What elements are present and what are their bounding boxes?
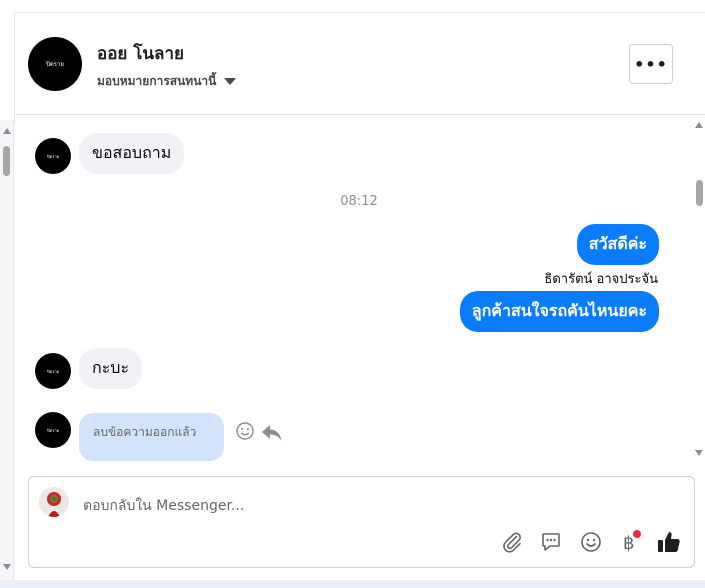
scroll-up-arrow-icon[interactable]: [3, 128, 11, 134]
message-list: ปิดราย ขอสอบถาม 08:12 สวัสดีค่ะ ธิดารัตน…: [15, 116, 695, 462]
outgoing-message[interactable]: ลูกค้าสนใจรถคันไหนยคะ: [459, 291, 659, 332]
assign-conversation-dropdown[interactable]: มอบหมายการสนทนานี้: [97, 72, 237, 91]
message-timestamp: 08:12: [340, 194, 378, 209]
incoming-message[interactable]: กะบะ: [79, 348, 143, 389]
contact-avatar[interactable]: ปิดราย: [28, 37, 82, 91]
sender-avatar[interactable]: ปิดราย: [35, 353, 71, 389]
user-avatar: [39, 487, 69, 517]
saved-reply-icon[interactable]: [538, 529, 564, 555]
paperclip-icon[interactable]: [499, 529, 525, 555]
avatar-text: ปิดราย: [47, 153, 59, 159]
avatar-text: ปิดราย: [47, 368, 59, 374]
more-dots-icon: •••: [634, 54, 668, 74]
sender-name: ธิดารัตน์ อาจประจัน: [544, 272, 658, 287]
deleted-message: ลบข้อความออกแล้ว: [79, 413, 224, 461]
outgoing-message[interactable]: สวัสดีค่ะ: [576, 224, 659, 265]
bottom-band: [0, 580, 705, 588]
scroll-down-arrow-icon[interactable]: [3, 564, 11, 570]
assign-label: มอบหมายการสนทนานี้: [97, 74, 217, 88]
messenger-chat-panel: ปิดราย ออย โนลาย มอบหมายการสนทนานี้ ••• …: [0, 0, 705, 588]
emoji-icon[interactable]: [578, 529, 604, 555]
scroll-thumb[interactable]: [696, 180, 703, 206]
avatar-text: ปิดราย: [47, 427, 59, 433]
sender-avatar[interactable]: ปิดราย: [35, 412, 71, 448]
incoming-message[interactable]: ขอสอบถาม: [79, 133, 185, 174]
reply-input[interactable]: [83, 496, 643, 516]
more-options-button[interactable]: •••: [629, 44, 673, 84]
scroll-down-arrow-icon[interactable]: [695, 450, 703, 456]
message-scrollbar[interactable]: [693, 120, 705, 460]
message-composer: ฿: [28, 476, 695, 568]
contact-name[interactable]: ออย โนลาย: [97, 40, 184, 67]
scroll-thumb[interactable]: [3, 146, 10, 176]
conversation-header: ปิดราย ออย โนลาย มอบหมายการสนทนานี้ •••: [15, 13, 705, 115]
outer-scrollbar[interactable]: [0, 120, 14, 580]
baht-payment-icon[interactable]: ฿: [617, 529, 643, 555]
reply-arrow-icon[interactable]: [261, 423, 283, 447]
caret-down-icon: [224, 78, 237, 85]
avatar-text: ปิดราย: [46, 61, 64, 68]
svg-text:฿: ฿: [623, 533, 634, 554]
scroll-up-arrow-icon[interactable]: [695, 122, 703, 128]
react-emoji-icon[interactable]: [235, 421, 255, 446]
sender-avatar[interactable]: ปิดราย: [35, 138, 71, 174]
thumbs-up-icon[interactable]: [656, 529, 682, 555]
